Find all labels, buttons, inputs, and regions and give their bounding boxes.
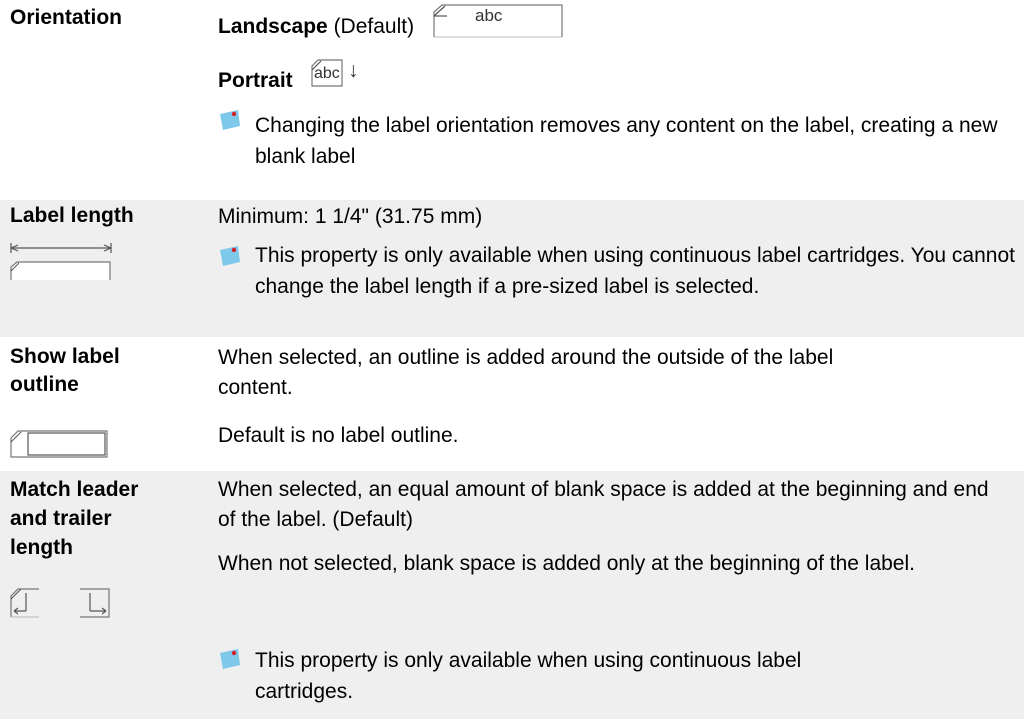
landscape-option: Landscape (Default) [218,12,414,42]
landscape-icon-text: abc [475,6,503,25]
note-icon [218,108,242,132]
property-show-label-outline: Show label outline [10,345,120,396]
match-leader-note: This property is only available when usi… [255,649,802,703]
orientation-note: Changing the label orientation removes a… [255,114,998,168]
landscape-icon: abc [433,4,563,38]
label-length-row: Label length Minimum: 1 1/4" (31.75 mm) … [0,200,1024,337]
match-leader-text2: When not selected, blank space is added … [218,552,915,575]
show-outline-row: Show label outline When selected, an out… [0,339,1024,469]
property-orientation: Orientation [10,6,123,29]
show-outline-text1: When selected, an outline is added aroun… [218,346,834,399]
portrait-icon: abc ↓ [310,59,362,87]
property-match-leader: Match leader and trailer length [10,478,139,559]
label-length-note: This property is only available when usi… [255,244,1015,298]
match-leader-row: Match leader and trailer length When sel… [0,471,1024,719]
match-leader-text1: When selected, an equal amount of blank … [218,478,989,531]
show-outline-text2: Default is no label outline. [218,424,459,447]
leader-trailer-icon [10,587,110,619]
portrait-arrow: ↓ [348,59,359,82]
portrait-label: Portrait [218,69,293,92]
landscape-label: Landscape [218,15,328,38]
orientation-row: Orientation Landscape (Default) abc Port… [0,0,1024,198]
property-label-length: Label length [10,204,134,227]
label-length-icon [10,241,112,281]
label-length-text: Minimum: 1 1/4" (31.75 mm) [218,205,483,228]
note-icon [218,647,242,671]
portrait-icon-text: abc [314,65,340,82]
landscape-default: (Default) [333,15,415,38]
label-outline-icon [10,430,108,458]
portrait-option: Portrait [218,66,293,96]
note-icon [218,244,242,268]
